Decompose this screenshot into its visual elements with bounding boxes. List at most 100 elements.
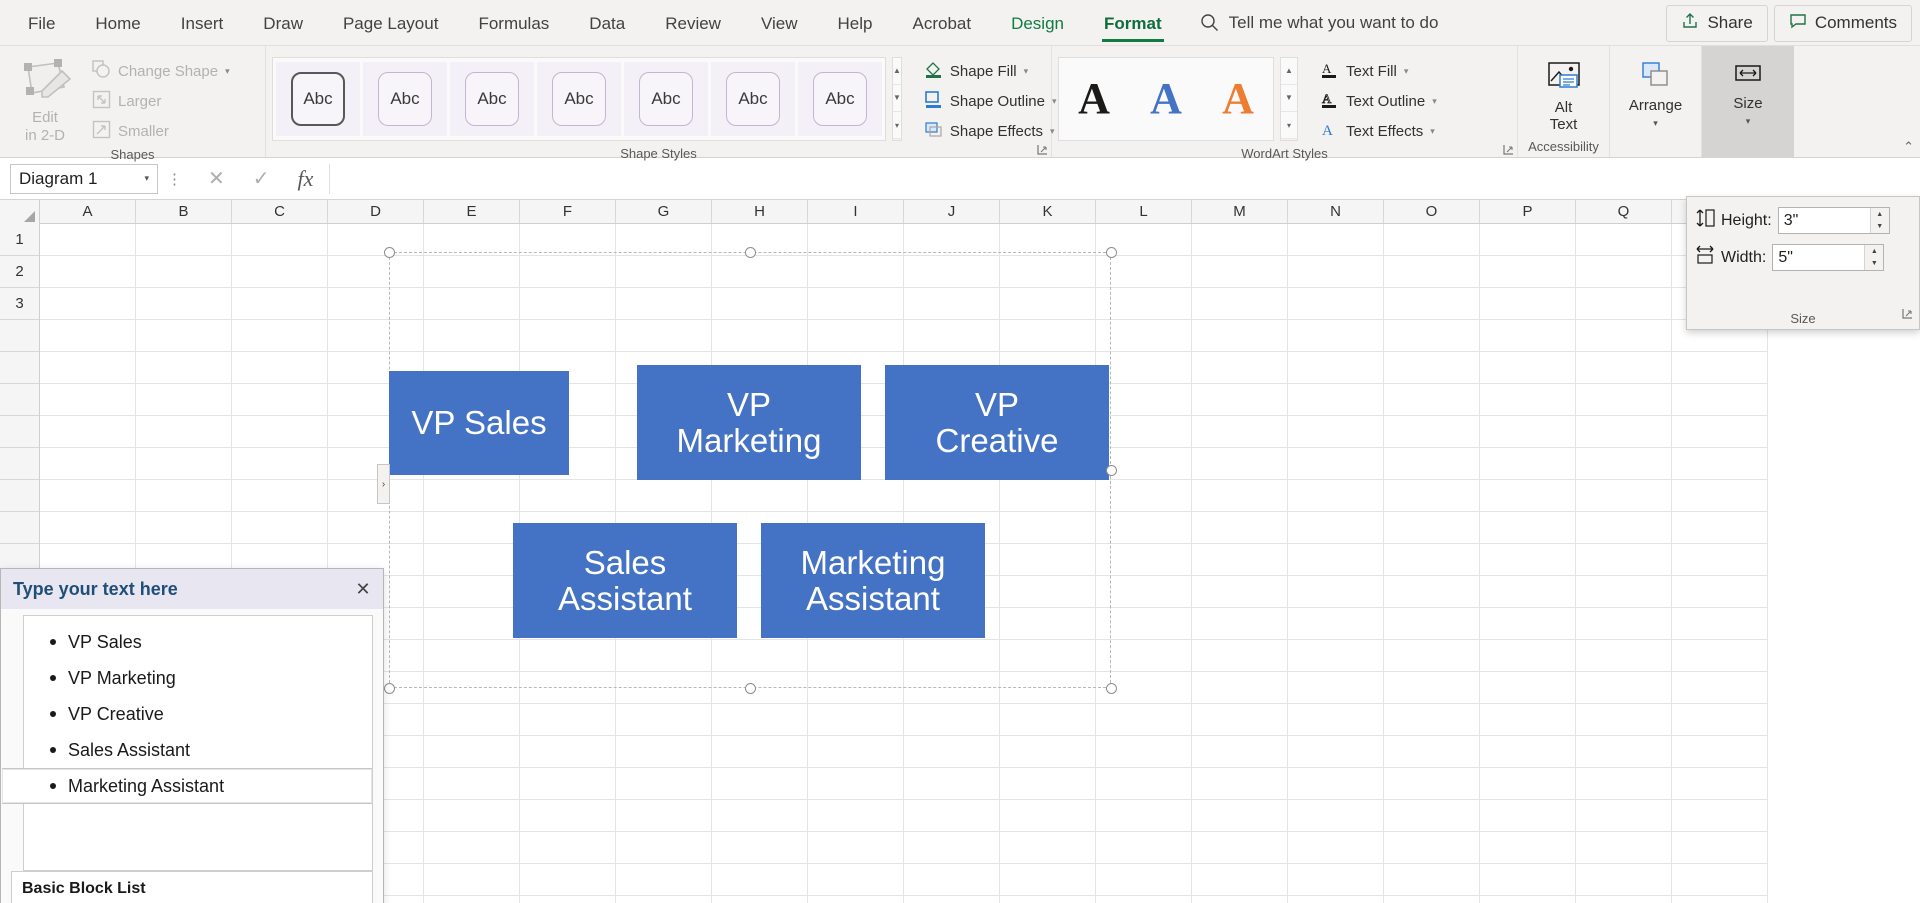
grid-cell[interactable] <box>136 448 232 480</box>
grid-cell[interactable] <box>1288 224 1384 256</box>
row-header[interactable]: 8 <box>0 448 39 480</box>
grid-cell[interactable] <box>1576 608 1672 640</box>
grid-cell[interactable] <box>1384 832 1480 864</box>
grid-cell[interactable] <box>1672 416 1768 448</box>
grid-cell[interactable] <box>1576 480 1672 512</box>
shape-style-swatch[interactable]: Abc <box>363 61 447 136</box>
grid-cell[interactable] <box>1288 416 1384 448</box>
tab-data[interactable]: Data <box>569 0 645 46</box>
grid-cell[interactable] <box>1192 832 1288 864</box>
grid-cell[interactable] <box>1288 800 1384 832</box>
grid-cell[interactable] <box>1384 864 1480 896</box>
tab-design[interactable]: Design <box>991 0 1084 46</box>
grid-cell[interactable] <box>1192 640 1288 672</box>
tab-help[interactable]: Help <box>818 0 893 46</box>
smartart-node[interactable]: Sales Assistant <box>513 523 737 638</box>
grid-cell[interactable] <box>1672 832 1768 864</box>
grid-cell[interactable] <box>520 832 616 864</box>
grid-cell[interactable] <box>1000 896 1096 903</box>
grid-cell[interactable] <box>904 736 1000 768</box>
wordart-sample[interactable]: A <box>1137 63 1195 135</box>
grid-cell[interactable] <box>1288 768 1384 800</box>
scroll-down-icon[interactable]: ▼ <box>1281 84 1297 113</box>
grid-cell[interactable] <box>232 512 328 544</box>
grid-cell[interactable] <box>136 256 232 288</box>
grid-cell[interactable] <box>1384 512 1480 544</box>
grid-cell[interactable] <box>1480 320 1576 352</box>
shape-style-swatch[interactable]: Abc <box>450 61 534 136</box>
grid-cell[interactable] <box>1480 544 1576 576</box>
grid-cell[interactable] <box>712 832 808 864</box>
grid-cell[interactable] <box>40 352 136 384</box>
grid-cell[interactable] <box>1096 832 1192 864</box>
shape-effects-button[interactable]: Shape Effects ▾ <box>920 119 1061 144</box>
grid-cell[interactable] <box>424 832 520 864</box>
alt-text-button[interactable]: Alt Text <box>1527 53 1601 133</box>
grid-cell[interactable] <box>1192 800 1288 832</box>
grid-cell[interactable] <box>40 288 136 320</box>
grid-cell[interactable] <box>1576 832 1672 864</box>
grid-cell[interactable] <box>712 736 808 768</box>
grid-cell[interactable] <box>1288 512 1384 544</box>
scroll-down-icon[interactable]: ▼ <box>893 84 901 113</box>
column-header[interactable]: I <box>808 200 904 223</box>
share-button[interactable]: Share <box>1666 4 1768 42</box>
size-button[interactable]: Size ▾ <box>1711 53 1785 130</box>
grid-cell[interactable] <box>520 768 616 800</box>
grid-cell[interactable] <box>1384 800 1480 832</box>
resize-handle[interactable] <box>1105 246 1117 258</box>
spin-down-icon[interactable]: ▼ <box>1865 257 1884 270</box>
grid-cell[interactable] <box>232 384 328 416</box>
formula-input[interactable] <box>329 163 1916 194</box>
grid-cell[interactable] <box>1576 672 1672 704</box>
grid-cell[interactable] <box>1192 704 1288 736</box>
grid-cell[interactable] <box>1192 896 1288 903</box>
column-header[interactable]: E <box>424 200 520 223</box>
grid-cell[interactable] <box>1192 864 1288 896</box>
grid-cell[interactable] <box>1384 576 1480 608</box>
grid-cell[interactable] <box>1480 704 1576 736</box>
fx-icon[interactable]: fx <box>298 166 314 192</box>
grid-cell[interactable] <box>232 480 328 512</box>
column-header[interactable]: K <box>1000 200 1096 223</box>
grid-cell[interactable] <box>40 256 136 288</box>
row-header[interactable]: 1 <box>0 224 39 256</box>
grid-cell[interactable] <box>1480 896 1576 903</box>
column-header[interactable]: A <box>40 200 136 223</box>
grid-cell[interactable] <box>40 480 136 512</box>
grid-cell[interactable] <box>1000 864 1096 896</box>
grid-cell[interactable] <box>1000 736 1096 768</box>
grid-cell[interactable] <box>1480 224 1576 256</box>
grid-cell[interactable] <box>1096 864 1192 896</box>
grid-cell[interactable] <box>136 224 232 256</box>
grid-cell[interactable] <box>1192 416 1288 448</box>
row-header[interactable]: 6 <box>0 384 39 416</box>
smaller-button[interactable]: Smaller <box>88 119 234 144</box>
grid-cell[interactable] <box>1384 416 1480 448</box>
grid-cell[interactable] <box>1480 864 1576 896</box>
column-header[interactable]: N <box>1288 200 1384 223</box>
grid-cell[interactable] <box>1384 224 1480 256</box>
close-icon[interactable]: ✕ <box>351 577 375 601</box>
grid-cell[interactable] <box>232 448 328 480</box>
grid-cell[interactable] <box>1096 800 1192 832</box>
grid-cell[interactable] <box>1576 800 1672 832</box>
spin-down-icon[interactable]: ▼ <box>1870 220 1889 233</box>
grid-cell[interactable] <box>136 416 232 448</box>
grid-cell[interactable] <box>1384 384 1480 416</box>
grid-cell[interactable] <box>808 768 904 800</box>
tab-home[interactable]: Home <box>75 0 160 46</box>
column-header[interactable]: D <box>328 200 424 223</box>
grid-cell[interactable] <box>1384 672 1480 704</box>
larger-button[interactable]: Larger <box>88 89 234 114</box>
grid-cell[interactable] <box>616 736 712 768</box>
resize-handle[interactable] <box>744 682 756 694</box>
text-pane-item[interactable]: Sales Assistant <box>24 732 372 768</box>
grid-cell[interactable] <box>136 512 232 544</box>
grid-cell[interactable] <box>1480 736 1576 768</box>
grid-cell[interactable] <box>1480 800 1576 832</box>
grid-cell[interactable] <box>1192 672 1288 704</box>
grid-cell[interactable] <box>1480 512 1576 544</box>
grid-cell[interactable] <box>1576 384 1672 416</box>
grid-cell[interactable] <box>136 352 232 384</box>
